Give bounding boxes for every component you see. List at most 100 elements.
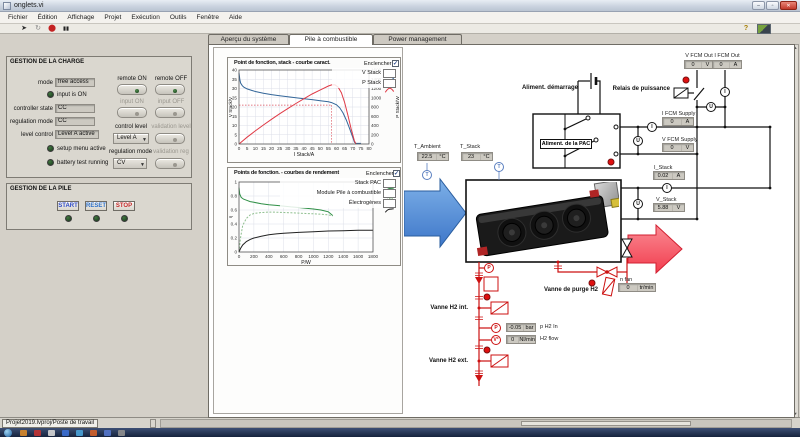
- menu-edition[interactable]: Édition: [33, 12, 63, 24]
- svg-text:30: 30: [232, 86, 238, 91]
- taskbar-app-icon[interactable]: [20, 430, 27, 436]
- svg-text:P/W: P/W: [301, 260, 311, 266]
- stop-button[interactable]: STOP: [113, 201, 135, 211]
- start-orb-icon[interactable]: [4, 429, 12, 437]
- controller-state-label: controller state: [9, 106, 53, 112]
- tab-pile-combustible[interactable]: Pile à combustible: [289, 34, 373, 45]
- statusbar: Projet2019.lvproj/Poste de travail: [0, 417, 800, 428]
- menu-execution[interactable]: Exécution: [126, 12, 165, 24]
- start-button[interactable]: START: [57, 201, 79, 211]
- h2-flow-label: H2 flow: [540, 336, 558, 342]
- minimize-button[interactable]: –: [752, 1, 765, 10]
- taskbar-app-icon[interactable]: [90, 430, 97, 436]
- level-control-label: level control: [9, 132, 53, 138]
- input-on-button[interactable]: [117, 107, 147, 118]
- legend-item[interactable]: Module Pile à combustible: [280, 188, 396, 198]
- svg-text:65: 65: [342, 146, 348, 151]
- taskbar-app-icon[interactable]: [48, 430, 55, 436]
- svg-text:1600: 1600: [353, 254, 364, 259]
- stop-led: [121, 215, 128, 222]
- status-splitter[interactable]: [150, 419, 156, 428]
- svg-text:20: 20: [269, 146, 275, 151]
- legend-item[interactable]: P Stack: [332, 78, 396, 88]
- tab-apercu-systeme[interactable]: Aperçu du système: [208, 34, 289, 44]
- regulation-mode-dropdown[interactable]: CV▼: [113, 158, 147, 169]
- flow-sensor-icon: V°: [491, 335, 501, 345]
- svg-text:800: 800: [371, 105, 379, 110]
- chart-stack-caracteristique: Point de fonction, stack - courbe caract…: [227, 57, 401, 163]
- value: 22.5: [418, 154, 436, 160]
- input-off-button[interactable]: [155, 107, 185, 118]
- taskbar-app-icon[interactable]: [62, 430, 69, 436]
- menu-fenetre[interactable]: Fenêtre: [192, 12, 224, 24]
- legend-item[interactable]: Électrogènes: [280, 198, 396, 208]
- check-valve: [475, 277, 483, 284]
- svg-text:200: 200: [371, 132, 379, 137]
- input-on-led-label: input is ON: [57, 92, 87, 98]
- chart2-enable-checkbox[interactable]: ✓: [393, 170, 400, 177]
- taskbar-app-icon[interactable]: [34, 430, 41, 436]
- control-level-dropdown[interactable]: Level A▼: [113, 133, 149, 144]
- chart1-enable-label: Enclencher: [364, 61, 392, 67]
- run-icon[interactable]: ➤: [18, 24, 30, 34]
- menu-projet[interactable]: Projet: [99, 12, 126, 24]
- taskbar-app-icon[interactable]: [104, 430, 111, 436]
- unit: °C: [436, 154, 448, 160]
- maximize-button[interactable]: ▫: [766, 1, 779, 10]
- menu-fichier[interactable]: Fichier: [3, 12, 33, 24]
- menu-affichage[interactable]: Affichage: [62, 12, 99, 24]
- value: 0: [619, 285, 637, 291]
- reset-led: [93, 215, 100, 222]
- remote-on-button[interactable]: [117, 84, 147, 95]
- purge-valve-actuator: [602, 277, 614, 295]
- svg-text:1800: 1800: [368, 254, 379, 259]
- run-continuous-icon[interactable]: ↻: [32, 24, 44, 34]
- switch-pivot: [564, 155, 567, 158]
- svg-text:10: 10: [232, 123, 238, 128]
- legend-item[interactable]: Stack PAC: [280, 178, 396, 188]
- t-ambient-field: 22.5°C: [417, 152, 449, 161]
- exhaust-arrow: [628, 225, 682, 273]
- i-stack-field: 0.02A: [653, 171, 685, 180]
- menu-outils[interactable]: Outils: [165, 12, 192, 24]
- svg-text:1000: 1000: [371, 95, 382, 100]
- svg-text:1400: 1400: [338, 254, 349, 259]
- temp-sensor-links: [427, 162, 499, 180]
- svg-text:η: η: [228, 215, 233, 218]
- menu-aide[interactable]: Aide: [224, 12, 247, 24]
- pause-icon[interactable]: ▮▮: [60, 24, 72, 34]
- help-icon[interactable]: ?: [740, 24, 752, 34]
- close-button[interactable]: ✕: [780, 1, 797, 10]
- legend-label: V Stack: [362, 70, 381, 76]
- reset-button[interactable]: RESET: [85, 201, 107, 211]
- value: 0: [713, 62, 729, 68]
- project-context-label[interactable]: Projet2019.lvproj/Poste de travail: [2, 419, 98, 428]
- battery-test-led: [47, 159, 54, 166]
- legend-item[interactable]: V Stack: [332, 68, 396, 78]
- remote-off-button[interactable]: [155, 84, 185, 95]
- horizontal-scrollbar-thumb[interactable]: [521, 421, 691, 426]
- windows-taskbar[interactable]: [0, 428, 800, 437]
- svg-text:40: 40: [301, 146, 307, 151]
- t-ambient-label: T_Ambient: [414, 144, 441, 150]
- validation-reg-indicator: [173, 163, 177, 167]
- value: 0.02: [654, 173, 672, 179]
- abort-icon[interactable]: ⬤: [46, 24, 58, 34]
- horizontal-scrollbar[interactable]: [160, 419, 792, 428]
- taskbar-app-icon[interactable]: [76, 430, 83, 436]
- validation-reg-label: validation reg: [151, 149, 191, 155]
- validation-reg-button[interactable]: [155, 158, 185, 169]
- unit: V: [672, 205, 684, 211]
- chart1-enable-checkbox[interactable]: ✓: [392, 60, 399, 67]
- svg-text:I Stack/A: I Stack/A: [294, 152, 315, 158]
- taskbar-app-icon[interactable]: [118, 430, 125, 436]
- setup-menu-led-label: setup menu active: [57, 146, 106, 152]
- value: -0.05: [507, 325, 523, 331]
- tab-power-management[interactable]: Power management: [373, 34, 462, 44]
- unit: Nl/min: [518, 337, 535, 343]
- validation-level-button[interactable]: [155, 133, 185, 144]
- svg-text:35: 35: [293, 146, 299, 151]
- value: 5.88: [654, 205, 672, 211]
- current-meter-icon: I: [647, 122, 657, 132]
- panel-pile-title: GESTION DE LA PILE: [10, 186, 71, 192]
